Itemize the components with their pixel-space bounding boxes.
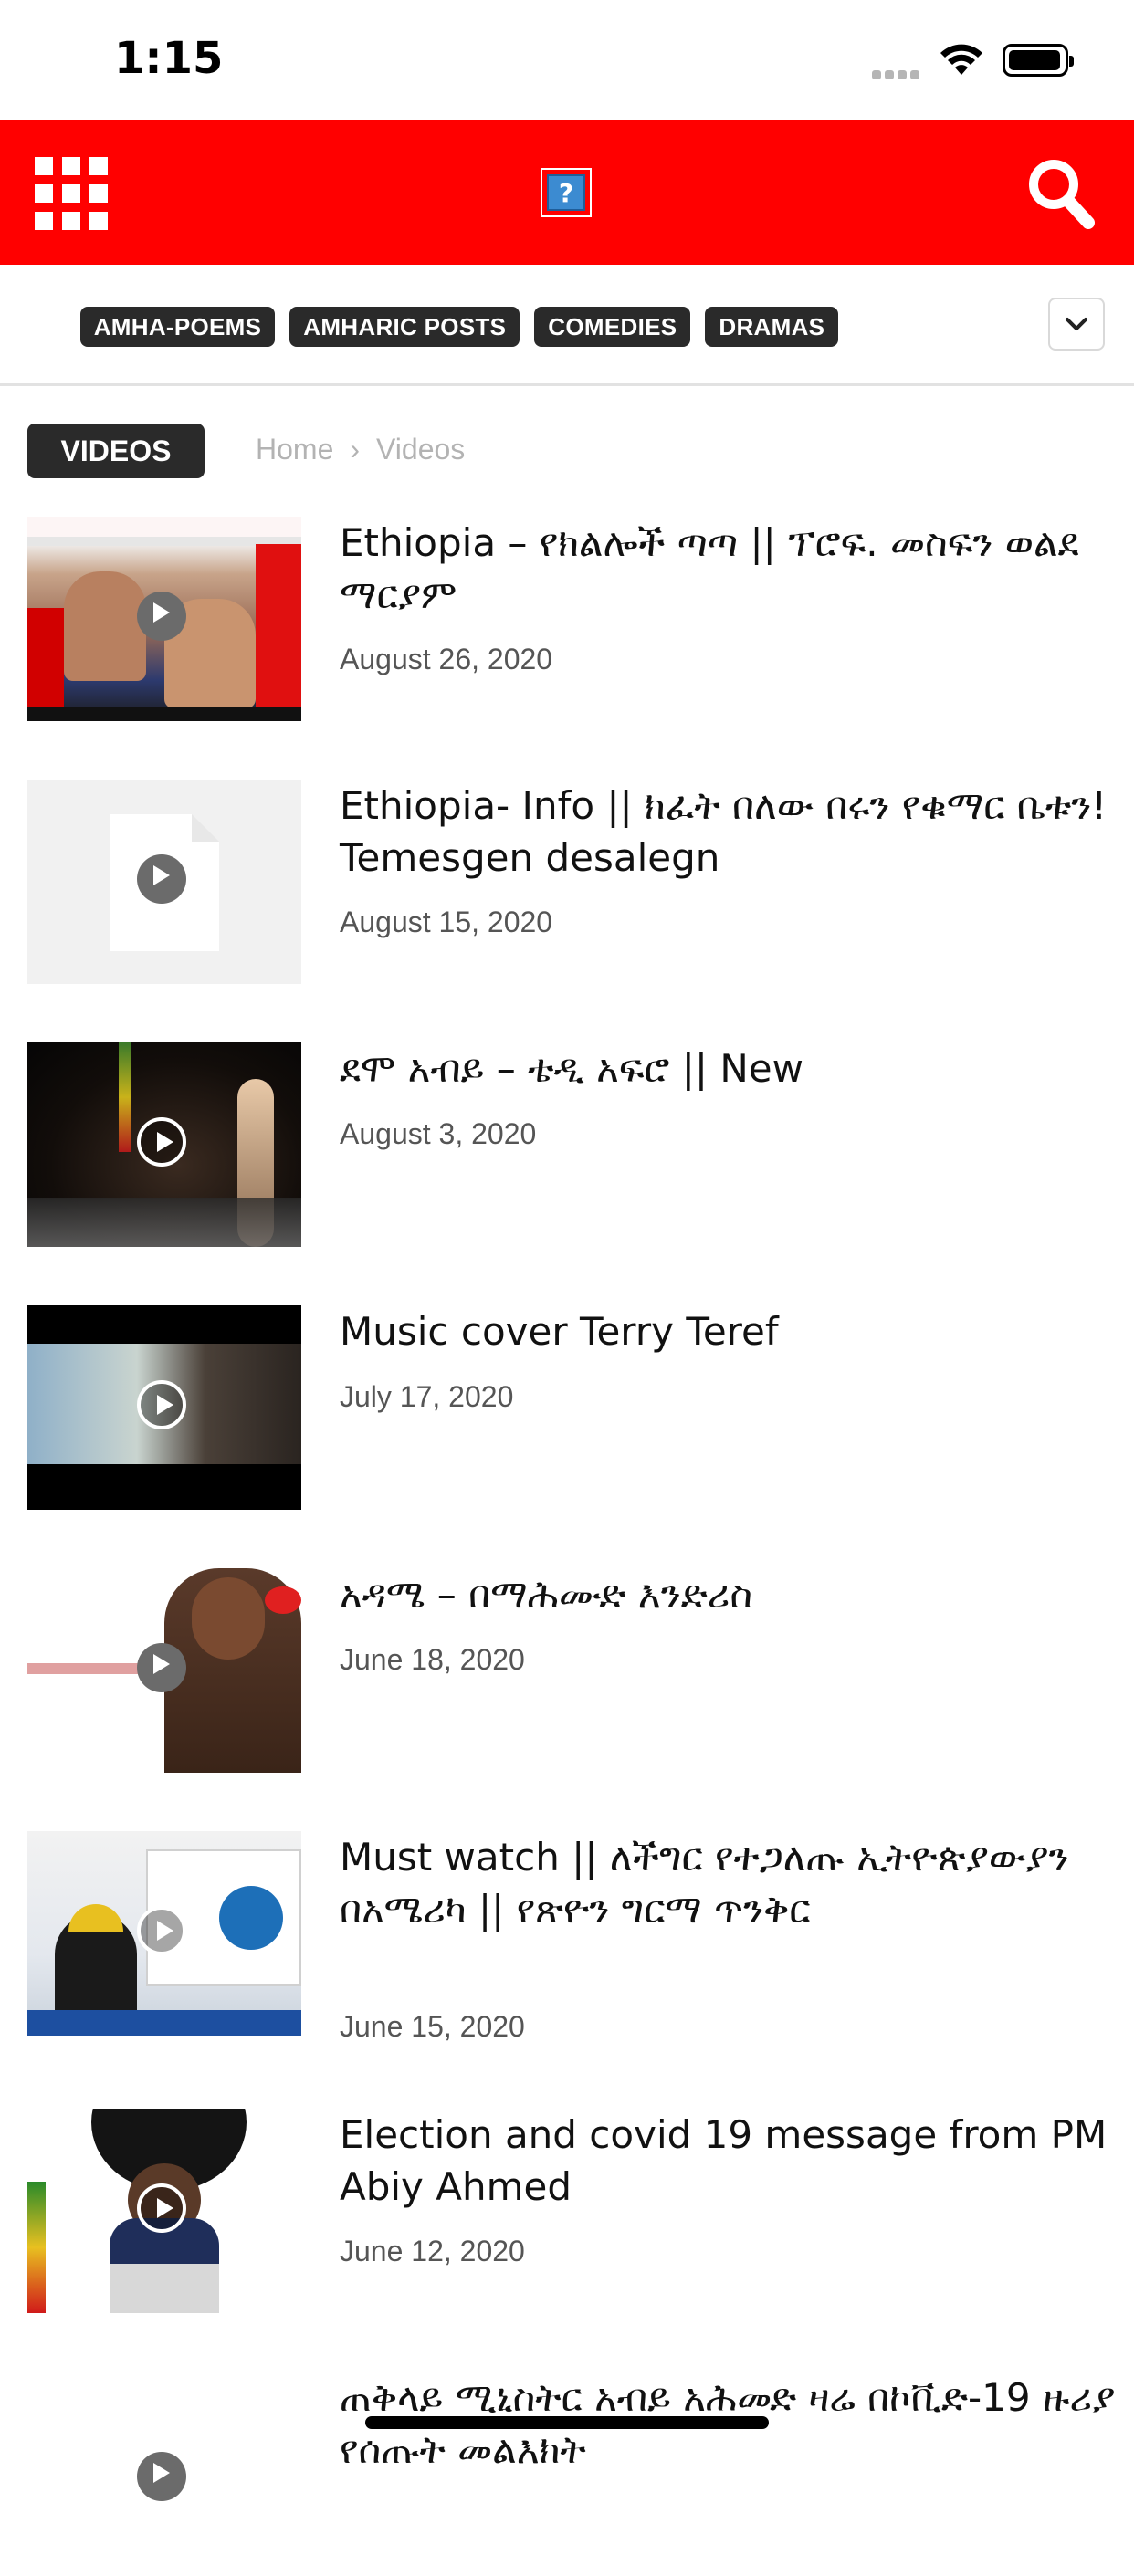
video-title[interactable]: አዳሜ – በማሕሙድ እንድሪስ [340, 1568, 1116, 1620]
breadcrumb: Home › Videos [256, 433, 465, 466]
category-chip-amharic-posts[interactable]: AMHARIC POSTS [289, 307, 520, 347]
video-thumbnail[interactable] [27, 517, 301, 721]
category-chip-dramas[interactable]: DRAMAS [705, 307, 839, 347]
play-icon [137, 2183, 186, 2233]
video-title[interactable]: Ethiopia – የክልሎች ጣጣ || ፕሮፍ. መስፍን ወልደ ማርያ… [340, 517, 1116, 621]
logo-placeholder-glyph: ? [547, 174, 585, 211]
video-thumbnail[interactable] [27, 780, 301, 984]
play-icon [137, 1906, 186, 1955]
play-icon [137, 854, 186, 904]
video-date: June 18, 2020 [340, 1643, 525, 1676]
battery-icon [1003, 44, 1074, 77]
section-badge-videos: VIDEOS [27, 424, 205, 478]
play-icon [137, 2452, 186, 2501]
search-icon[interactable] [1024, 155, 1097, 232]
category-chip-amha-poems[interactable]: AMHA-POEMS [79, 307, 276, 347]
video-date: August 15, 2020 [340, 906, 553, 938]
video-date: June 12, 2020 [340, 2235, 525, 2267]
category-bar: AMHA-POEMS AMHARIC POSTS COMEDIES DRAMAS [0, 265, 1134, 386]
video-thumbnail[interactable] [27, 1305, 301, 1510]
video-date: August 3, 2020 [340, 1117, 537, 1150]
play-icon [137, 1643, 186, 1692]
category-chips: AMHA-POEMS AMHARIC POSTS COMEDIES DRAMAS [0, 307, 1134, 347]
video-thumbnail[interactable] [27, 1831, 301, 2036]
video-thumbnail[interactable] [27, 2109, 301, 2313]
category-chip-comedies[interactable]: COMEDIES [534, 307, 691, 347]
breadcrumb-current: Videos [376, 433, 466, 466]
video-title[interactable]: Must watch || ለችግር የተጋለጡ ኢትዮጵያውያን በአሜሪካ … [340, 1831, 1116, 1935]
status-time: 1:15 [114, 33, 224, 84]
video-date: August 26, 2020 [340, 643, 553, 675]
chevron-down-icon [1066, 318, 1087, 330]
play-icon [137, 1380, 186, 1429]
play-icon [137, 1117, 186, 1167]
wifi-icon [940, 44, 982, 75]
cellular-signal-icon [872, 66, 923, 83]
breadcrumb-separator: › [350, 433, 361, 466]
play-icon [137, 592, 186, 641]
video-date: June 15, 2020 [340, 2010, 525, 2043]
video-title[interactable]: Election and covid 19 message from PM Ab… [340, 2109, 1116, 2213]
video-title[interactable]: Music cover Terry Teref [340, 1305, 1116, 1357]
video-title[interactable]: Ethiopia- Info || ክፈት በለው በሩን የቁማር ቤቱን! … [340, 780, 1116, 884]
menu-grid-icon[interactable] [35, 157, 108, 230]
video-thumbnail[interactable] [27, 1568, 301, 1773]
video-thumbnail[interactable] [27, 2372, 301, 2576]
app-header: ? [0, 120, 1134, 265]
status-bar: 1:15 [0, 0, 1134, 120]
video-thumbnail[interactable] [27, 1042, 301, 1247]
video-date: July 17, 2020 [340, 1380, 514, 1413]
site-logo[interactable]: ? [541, 168, 592, 217]
home-indicator [365, 2416, 769, 2429]
breadcrumb-home[interactable]: Home [256, 433, 333, 466]
video-title[interactable]: ደሞ አብይ – ቴዲ አፍሮ || New [340, 1042, 1116, 1094]
categories-dropdown-button[interactable] [1048, 298, 1105, 351]
